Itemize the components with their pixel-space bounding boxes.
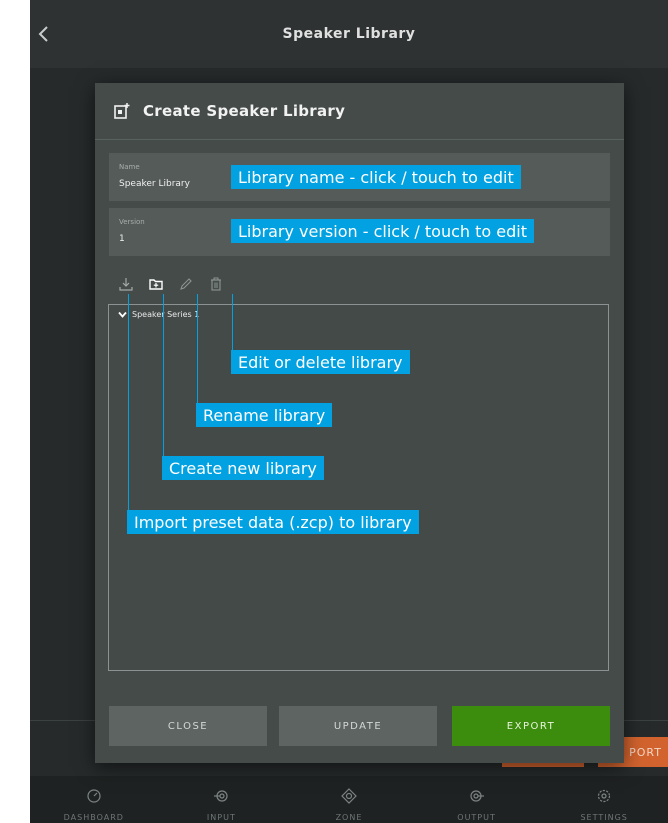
app-header: Speaker Library <box>30 0 668 68</box>
underlay-export-label: PORT <box>629 745 662 759</box>
nav-label-settings: SETTINGS <box>580 813 628 822</box>
settings-icon <box>598 789 611 803</box>
callout-import: Import preset data (.zcp) to library <box>127 510 419 534</box>
callout-line-rename <box>197 294 198 416</box>
nav-output[interactable]: OUTPUT <box>427 776 527 822</box>
nav-zone[interactable]: ZONE <box>299 776 399 822</box>
callout-line-import <box>128 294 129 522</box>
callout-line-create <box>163 294 164 468</box>
nav-settings[interactable]: SETTINGS <box>554 776 654 822</box>
callout-rename: Rename library <box>196 403 333 427</box>
delete-icon[interactable] <box>209 277 223 291</box>
tree-item[interactable]: Speaker Series 1 <box>117 309 199 320</box>
back-chevron-icon[interactable] <box>34 24 54 44</box>
library-add-icon <box>114 103 130 119</box>
nav-label-input: INPUT <box>206 813 236 822</box>
name-field-caption: Name <box>119 163 140 171</box>
nav-label-zone: ZONE <box>335 813 363 822</box>
nav-dashboard[interactable]: DASHBOARD <box>44 776 144 822</box>
nav-input[interactable]: INPUT <box>171 776 271 822</box>
import-icon[interactable] <box>119 277 133 291</box>
export-button[interactable]: EXPORT <box>452 706 610 746</box>
close-button[interactable]: CLOSE <box>109 706 267 746</box>
tree-item-label: Speaker Series 1 <box>132 310 200 319</box>
rename-icon[interactable] <box>179 277 193 291</box>
dialog-title: Create Speaker Library <box>143 102 346 120</box>
left-margin-strip <box>0 0 30 823</box>
name-field-value[interactable]: Speaker Library <box>119 179 190 189</box>
dashboard-icon <box>87 789 101 803</box>
nav-label-dashboard: DASHBOARD <box>63 813 124 822</box>
callout-create: Create new library <box>162 456 324 480</box>
version-field-caption: Version <box>119 218 145 226</box>
zone-icon <box>341 788 357 804</box>
library-toolbar <box>119 277 223 293</box>
callout-name: Library name - click / touch to edit <box>231 165 521 189</box>
dialog-header: Create Speaker Library <box>95 83 624 140</box>
update-button[interactable]: UPDATE <box>279 706 437 746</box>
new-folder-icon[interactable] <box>149 277 163 291</box>
chevron-down-icon[interactable] <box>117 309 128 320</box>
input-icon <box>214 790 228 802</box>
nav-label-output: OUTPUT <box>457 813 496 822</box>
callout-edit-delete: Edit or delete library <box>231 350 410 374</box>
output-icon <box>469 790 484 802</box>
version-field-value[interactable]: 1 <box>119 234 125 244</box>
callout-version: Library version - click / touch to edit <box>231 219 534 243</box>
bottom-nav: DASHBOARD INPUT ZONE OUTPUT SETTINGS <box>30 776 668 823</box>
app-title: Speaker Library <box>282 26 416 42</box>
